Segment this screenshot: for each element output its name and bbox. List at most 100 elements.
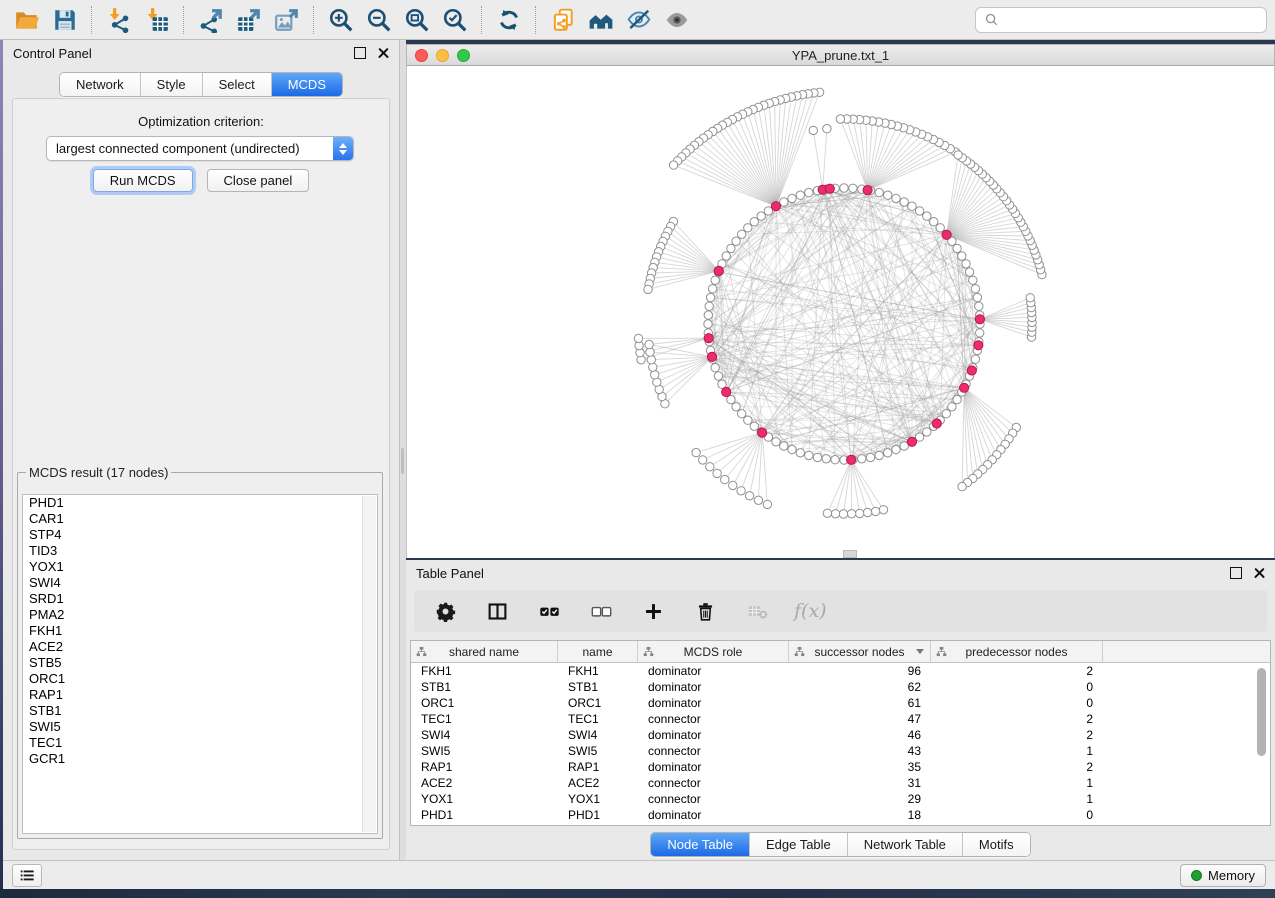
zoom-selected-button[interactable]: [436, 4, 474, 36]
table-row[interactable]: RAP1RAP1dominator352: [411, 759, 1270, 775]
import-network-button[interactable]: [100, 4, 138, 36]
select-all-button[interactable]: [534, 596, 564, 626]
mcds-result-item[interactable]: SWI4: [23, 575, 377, 591]
mcds-result-item[interactable]: SRD1: [23, 591, 377, 607]
zoom-fit-button[interactable]: [398, 4, 436, 36]
network-canvas[interactable]: [406, 66, 1275, 558]
show-all-icon: [664, 7, 690, 33]
export-image-icon: [274, 7, 300, 33]
zoom-in-button[interactable]: [322, 4, 360, 36]
criterion-dropdown-value: largest connected component (undirected): [47, 141, 333, 156]
import-table-button[interactable]: [138, 4, 176, 36]
first-neighbors-button[interactable]: [582, 4, 620, 36]
mcds-result-item[interactable]: ORC1: [23, 671, 377, 687]
shared-column-icon: [936, 646, 947, 657]
dropdown-stepper-icon: [333, 137, 353, 160]
control-panel-title: Control Panel: [13, 46, 92, 61]
column-header-successor-nodes[interactable]: successor nodes: [789, 641, 931, 662]
mcds-result-group: MCDS result (17 nodes) PHD1CAR1STP4TID3Y…: [17, 465, 383, 839]
shared-column-icon: [643, 646, 654, 657]
network-graph: [407, 66, 1274, 557]
table-scrollbar-thumb[interactable]: [1257, 668, 1266, 756]
tab-select[interactable]: Select: [203, 73, 272, 96]
zoom-out-icon: [366, 7, 392, 33]
search-input[interactable]: [1005, 11, 1258, 28]
mcds-result-item[interactable]: RAP1: [23, 687, 377, 703]
table-row[interactable]: PHD1PHD1dominator180: [411, 807, 1270, 823]
table-row[interactable]: SWI5SWI5connector431: [411, 743, 1270, 759]
mcds-list-scrollbar[interactable]: [362, 496, 376, 832]
network-window-title: YPA_prune.txt_1: [407, 48, 1274, 63]
mcds-result-item[interactable]: PMA2: [23, 607, 377, 623]
mcds-result-item[interactable]: TEC1: [23, 735, 377, 751]
mcds-result-item[interactable]: GCR1: [23, 751, 377, 767]
column-header-MCDS-role[interactable]: MCDS role: [638, 641, 789, 662]
network-window-titlebar[interactable]: YPA_prune.txt_1: [406, 44, 1275, 66]
refresh-icon: [496, 7, 522, 33]
refresh-button[interactable]: [490, 4, 528, 36]
mcds-result-item[interactable]: PHD1: [23, 495, 377, 511]
export-image-button[interactable]: [268, 4, 306, 36]
table-footer-tabs: Node TableEdge TableNetwork TableMotifs: [650, 832, 1030, 857]
mcds-result-item[interactable]: FKH1: [23, 623, 377, 639]
mcds-tab-content: Optimization criterion: largest connecte…: [12, 98, 390, 850]
mcds-result-item[interactable]: STB5: [23, 655, 377, 671]
table-tab-edge-table[interactable]: Edge Table: [750, 833, 848, 856]
criterion-dropdown[interactable]: largest connected component (undirected): [46, 136, 354, 161]
gear-icon: [435, 601, 456, 622]
mcds-result-item[interactable]: TID3: [23, 543, 377, 559]
mcds-result-item[interactable]: YOX1: [23, 559, 377, 575]
table-tab-network-table[interactable]: Network Table: [848, 833, 963, 856]
table-tab-node-table[interactable]: Node Table: [651, 833, 750, 856]
column-header-name[interactable]: name: [558, 641, 638, 662]
mcds-result-item[interactable]: STP4: [23, 527, 377, 543]
trash-button[interactable]: [690, 596, 720, 626]
tab-mcds[interactable]: MCDS: [272, 73, 342, 96]
show-panels-list-button[interactable]: [12, 864, 42, 887]
duplicate-network-button[interactable]: [544, 4, 582, 36]
hide-selected-button[interactable]: [620, 4, 658, 36]
mcds-result-item[interactable]: STB1: [23, 703, 377, 719]
run-mcds-button[interactable]: Run MCDS: [93, 169, 193, 192]
first-neighbors-icon: [588, 7, 614, 33]
deselect-all-icon: [591, 601, 612, 622]
table-panel-title: Table Panel: [416, 566, 484, 581]
mcds-result-item[interactable]: CAR1: [23, 511, 377, 527]
mcds-result-item[interactable]: ACE2: [23, 639, 377, 655]
table-row[interactable]: YOX1YOX1connector291: [411, 791, 1270, 807]
save-button[interactable]: [46, 4, 84, 36]
plus-button[interactable]: [638, 596, 668, 626]
export-table-button[interactable]: [230, 4, 268, 36]
toolbar-separator: [481, 6, 483, 34]
show-all-button[interactable]: [658, 4, 696, 36]
column-header-predecessor-nodes[interactable]: predecessor nodes: [931, 641, 1103, 662]
zoom-in-icon: [328, 7, 354, 33]
mcds-result-item[interactable]: SWI5: [23, 719, 377, 735]
float-panel-icon[interactable]: [354, 47, 366, 59]
table-row[interactable]: SWI4SWI4dominator462: [411, 727, 1270, 743]
float-table-panel-icon[interactable]: [1230, 567, 1242, 579]
close-panel-icon[interactable]: [378, 48, 389, 59]
table-row[interactable]: STB1STB1dominator620: [411, 679, 1270, 695]
column-header-shared-name[interactable]: shared name: [411, 641, 558, 662]
list-icon: [19, 867, 35, 884]
table-row[interactable]: ACE2ACE2connector311: [411, 775, 1270, 791]
table-row[interactable]: TEC1TEC1connector472: [411, 711, 1270, 727]
search-box[interactable]: [975, 7, 1267, 33]
close-table-panel-icon[interactable]: [1254, 568, 1265, 579]
table-row[interactable]: ORC1ORC1dominator610: [411, 695, 1270, 711]
open-button[interactable]: [8, 4, 46, 36]
columns-button[interactable]: [482, 596, 512, 626]
zoom-out-button[interactable]: [360, 4, 398, 36]
table-tab-motifs[interactable]: Motifs: [963, 833, 1030, 856]
memory-button[interactable]: Memory: [1180, 864, 1266, 887]
table-row[interactable]: FKH1FKH1dominator962: [411, 663, 1270, 679]
network-splitter-grip[interactable]: [843, 550, 857, 558]
close-panel-button[interactable]: Close panel: [207, 169, 310, 192]
tab-network[interactable]: Network: [60, 73, 141, 96]
tab-style[interactable]: Style: [141, 73, 203, 96]
export-network-button[interactable]: [192, 4, 230, 36]
mcds-result-list[interactable]: PHD1CAR1STP4TID3YOX1SWI4SRD1PMA2FKH1ACE2…: [22, 494, 378, 834]
deselect-all-button[interactable]: [586, 596, 616, 626]
gear-button[interactable]: [430, 596, 460, 626]
